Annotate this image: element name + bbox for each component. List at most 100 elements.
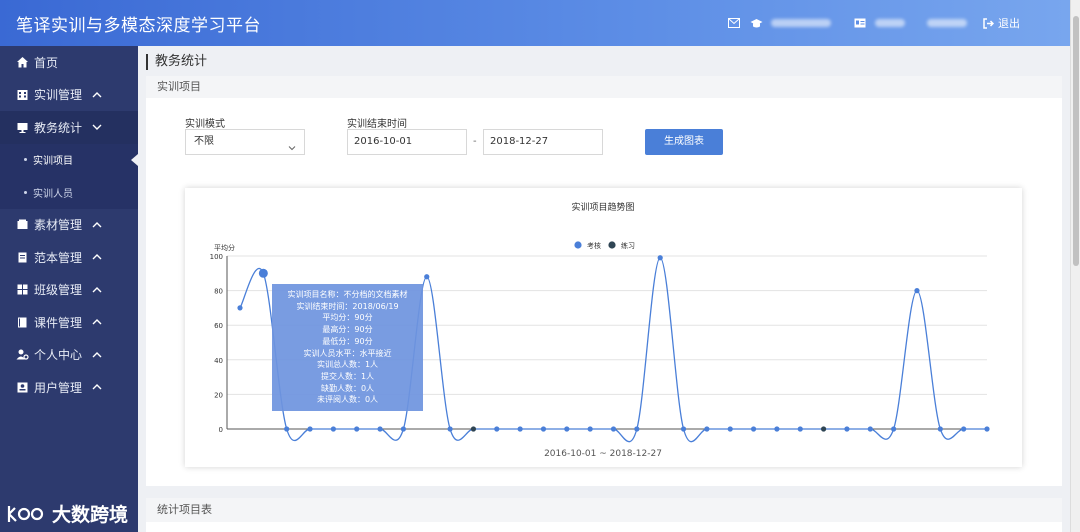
sidebar-item-label: 个人中心 — [34, 348, 83, 363]
mode-select[interactable]: 不限 — [185, 129, 305, 155]
data-point — [540, 426, 547, 432]
home-icon — [16, 56, 29, 69]
graduation-cap-icon[interactable] — [749, 16, 763, 30]
sidebar-item-label: 实训人员 — [33, 188, 73, 200]
watermark: 大数跨境 — [6, 500, 128, 527]
date-separator: - — [473, 136, 477, 147]
id-card-icon — [853, 16, 867, 30]
data-point — [984, 426, 990, 432]
sidebar-item-label: 教务统计 — [34, 120, 83, 135]
sidebar-item-stats[interactable]: 教务统计 — [0, 111, 138, 144]
tooltip-row: 平均分：90分 — [322, 313, 373, 323]
data-point — [307, 426, 313, 432]
sidebar-item-label: 用户管理 — [34, 380, 83, 395]
date-from-input[interactable]: 2016-10-01 — [347, 129, 467, 155]
sidebar-item-label: 实训管理 — [34, 88, 83, 103]
data-point — [680, 426, 687, 432]
tooltip-row: 缺勤人数：0人 — [320, 383, 375, 393]
chevron-up-icon — [92, 220, 102, 230]
data-point — [354, 426, 360, 432]
data-point — [447, 426, 453, 432]
tooltip-row: 实训人员水平：水平接近 — [303, 348, 392, 358]
data-point — [610, 426, 617, 432]
chevron-up-icon — [92, 382, 102, 392]
sidebar-item-training[interactable]: 实训管理 — [0, 79, 138, 112]
date-to-input[interactable]: 2018-12-27 — [483, 129, 603, 155]
y-tick-label: 80 — [214, 288, 223, 296]
stats-table-panel — [146, 522, 1062, 532]
chevron-down-icon — [288, 138, 296, 151]
chart-title: 实训项目趋势图 — [571, 201, 634, 213]
data-point — [494, 426, 500, 432]
legend-marker — [608, 241, 616, 249]
bullet-icon — [24, 158, 27, 162]
legend-marker — [574, 241, 582, 249]
user-gear-icon — [16, 348, 29, 361]
sidebar-item-templates[interactable]: 范本管理 — [0, 241, 138, 274]
mail-icon[interactable] — [727, 16, 741, 30]
data-point — [727, 426, 733, 432]
app-title: 笔译实训与多模态深度学习平台 — [16, 15, 261, 36]
tooltip-row: 未评阅人数：0人 — [316, 395, 379, 405]
y-tick-label: 100 — [210, 253, 223, 261]
redacted-account — [927, 19, 967, 27]
sidebar-item-label: 班级管理 — [34, 283, 83, 298]
sidebar-subitem-training-personnel[interactable]: 实训人员 — [0, 176, 138, 209]
data-point — [470, 426, 477, 432]
sidebar-item-label: 范本管理 — [34, 250, 83, 265]
scrollbar-thumb[interactable] — [1073, 16, 1079, 266]
data-point — [914, 288, 920, 294]
tooltip-row: 实训总人数：1人 — [316, 360, 379, 370]
sidebar-item-courseware[interactable]: 课件管理 — [0, 306, 138, 339]
y-tick-label: 40 — [214, 357, 223, 365]
sidebar-subitem-training-projects[interactable]: 实训项目 — [0, 143, 138, 176]
sidebar-item-label: 首页 — [34, 55, 59, 70]
generate-chart-button[interactable]: 生成图表 — [645, 129, 723, 155]
legend-label: 考核 — [587, 241, 601, 250]
data-point — [797, 426, 803, 432]
data-point — [867, 426, 873, 432]
id-card-icon — [16, 381, 29, 394]
watermark-text: 大数跨境 — [52, 504, 129, 526]
data-point — [284, 426, 290, 432]
data-point — [891, 426, 897, 432]
legend-label: 练习 — [621, 241, 635, 250]
data-point — [820, 426, 827, 432]
mode-label: 实训模式 — [185, 119, 225, 130]
sidebar-item-home[interactable]: 首页 — [0, 46, 138, 79]
data-point — [258, 268, 268, 278]
y-tick-label: 60 — [214, 322, 223, 330]
redacted-username — [771, 19, 831, 27]
sidebar-item-materials[interactable]: 素材管理 — [0, 209, 138, 242]
logout-button[interactable]: 退出 — [983, 15, 1020, 31]
building-icon — [16, 88, 29, 101]
chevron-up-icon — [92, 317, 102, 327]
vertical-scrollbar[interactable] — [1070, 0, 1080, 532]
top-header: 笔译实训与多模态深度学习平台 退出 — [0, 0, 1070, 46]
end-time-label: 实训结束时间 — [347, 119, 407, 130]
data-point — [517, 426, 523, 432]
chevron-up-icon — [92, 285, 102, 295]
monitor-icon — [16, 121, 29, 134]
sidebar: 首页 实训管理 教务统计 实训项目 实训人员 素材管理 范本管理 班级管理 课件… — [0, 46, 138, 532]
sidebar-item-label: 素材管理 — [34, 218, 83, 233]
tooltip-row: 实训项目名称：不分档的文档素材 — [287, 290, 408, 299]
sidebar-item-user-management[interactable]: 用户管理 — [0, 371, 138, 404]
data-point — [937, 426, 943, 432]
data-point — [400, 426, 407, 432]
sidebar-item-personal-center[interactable]: 个人中心 — [0, 339, 138, 372]
book-icon — [16, 316, 29, 329]
chevron-up-icon — [92, 252, 102, 262]
data-point — [634, 426, 640, 432]
chevron-up-icon — [92, 90, 102, 100]
sidebar-item-label: 课件管理 — [34, 315, 83, 330]
data-point — [750, 426, 757, 432]
y-axis-label: 平均分 — [214, 243, 235, 252]
logout-icon — [983, 17, 994, 29]
data-point — [424, 274, 430, 280]
tooltip-row: 提交人数：1人 — [320, 371, 375, 381]
sidebar-item-classes[interactable]: 班级管理 — [0, 274, 138, 307]
y-tick-label: 0 — [219, 426, 223, 434]
bullet-icon — [24, 190, 27, 194]
redacted-role — [875, 19, 905, 27]
